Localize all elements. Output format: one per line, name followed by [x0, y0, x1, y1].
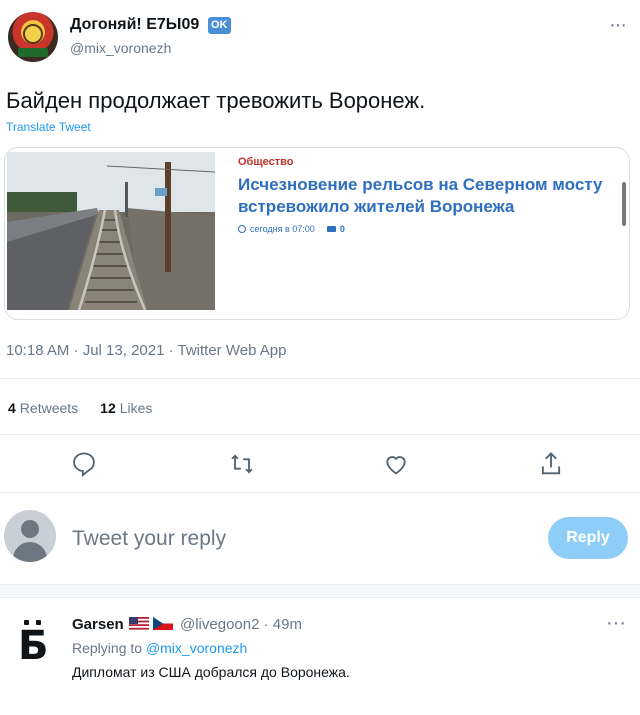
reply-more-options-icon[interactable]: ··· [606, 612, 626, 635]
replying-to: Replying to @mix_voronezh [72, 640, 247, 656]
like-icon[interactable] [382, 450, 410, 478]
card-category: Общество [238, 156, 294, 168]
avatar-head [21, 520, 39, 538]
replying-to-link[interactable]: @mix_voronezh [146, 640, 247, 656]
divider [0, 434, 640, 435]
tweet-text: Байден продолжает тревожить Воронеж. [6, 88, 426, 113]
tweet-timestamp[interactable]: 10:18 AM · Jul 13, 2021 · Twitter Web Ap… [6, 342, 286, 359]
translate-tweet-link[interactable]: Translate Tweet [6, 120, 91, 134]
comment-icon [326, 226, 336, 232]
reply-author-avatar[interactable]: Б [6, 612, 56, 666]
reply-text: Дипломат из США добрался до Воронежа. [72, 664, 350, 680]
user-avatar [4, 510, 56, 562]
avatar-body [13, 542, 47, 562]
author-handle[interactable]: @mix_voronezh [70, 40, 171, 56]
card-thumbnail [7, 152, 215, 310]
retweets-label: Retweets [19, 400, 79, 416]
card-title[interactable]: Исчезновение рельсов на Северном мосту в… [238, 174, 618, 218]
avatar-tag [18, 48, 48, 57]
divider [0, 378, 640, 379]
author-avatar[interactable] [8, 12, 58, 62]
likes-stat[interactable]: 12 Likes [100, 400, 152, 416]
section-separator [0, 584, 640, 598]
avatar-face [23, 24, 43, 44]
likes-count: 12 [100, 400, 116, 416]
retweets-stat[interactable]: 4 Retweets [8, 400, 78, 416]
us-flag-icon [129, 617, 149, 630]
retweets-count: 4 [8, 400, 16, 416]
card-time: сегодня в 07:00 [250, 224, 315, 234]
tweet-stats: 4 Retweets 12 Likes [8, 400, 152, 416]
avatar-letter-icon: Б [18, 623, 49, 669]
reply-author-name[interactable]: Garsen [72, 616, 124, 633]
link-preview-card[interactable]: Общество Исчезновение рельсов на Северно… [4, 147, 630, 320]
card-meta: сегодня в 07:00 0 [238, 224, 345, 234]
replying-prefix: Replying to [72, 640, 143, 656]
author-name[interactable]: Догоняй! Е7Ы09 [70, 16, 199, 34]
reply-input[interactable]: Tweet your reply [72, 527, 226, 551]
divider [0, 492, 640, 493]
reply-button[interactable]: Reply [548, 517, 628, 559]
retweet-icon[interactable] [228, 450, 256, 478]
clock-icon [238, 225, 246, 233]
share-icon[interactable] [537, 450, 565, 478]
czech-flag-icon [153, 617, 173, 630]
railway-bridge-image [7, 152, 215, 310]
likes-label: Likes [119, 400, 153, 416]
ok-badge: OK [208, 17, 231, 34]
more-options-icon[interactable]: ··· [609, 14, 627, 37]
card-comment-count: 0 [339, 224, 345, 234]
reply-icon[interactable] [70, 450, 98, 478]
reply-author-handle[interactable]: @livegoon2 · 49m [180, 616, 302, 633]
card-scrollbar[interactable] [622, 182, 626, 226]
